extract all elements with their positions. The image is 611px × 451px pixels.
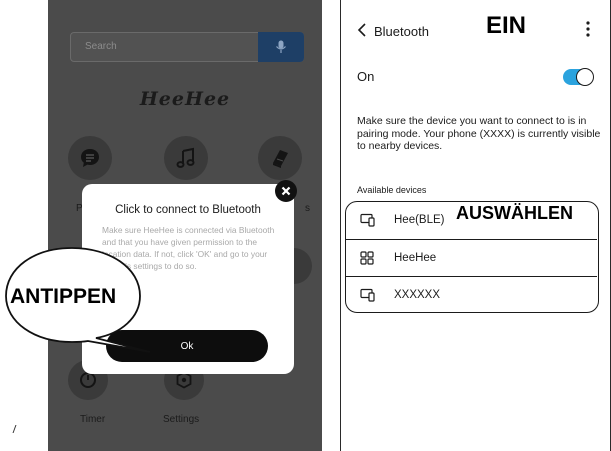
auswaehlen-callout: AUSWÄHLEN [456, 203, 573, 223]
page-title: Bluetooth [374, 24, 429, 39]
toggle-knob [576, 68, 594, 86]
right-phone-screen: Bluetooth On Make sure the device you wa… [340, 0, 611, 451]
device-name: XXXXXX [394, 289, 441, 301]
device-row-xxxxxx[interactable]: XXXXXX [346, 277, 597, 313]
device-name: Hee(BLE) [394, 214, 445, 226]
device-row-heehee[interactable]: HeeHee [346, 240, 597, 276]
more-vertical-icon[interactable] [585, 20, 591, 38]
bluetooth-toggle-label: On [357, 69, 375, 84]
pairing-info-text: Make sure the device you want to connect… [357, 115, 601, 152]
grid-icon [360, 251, 374, 265]
chevron-left-icon[interactable] [357, 23, 367, 37]
bluetooth-toggle[interactable] [563, 68, 594, 86]
devices-icon [360, 288, 375, 302]
antippen-callout: ANTIPPEN [10, 285, 117, 308]
ein-callout: EIN [486, 12, 527, 39]
section-label: Available devices [357, 185, 427, 195]
devices-icon [360, 213, 375, 227]
device-name: HeeHee [394, 252, 437, 264]
